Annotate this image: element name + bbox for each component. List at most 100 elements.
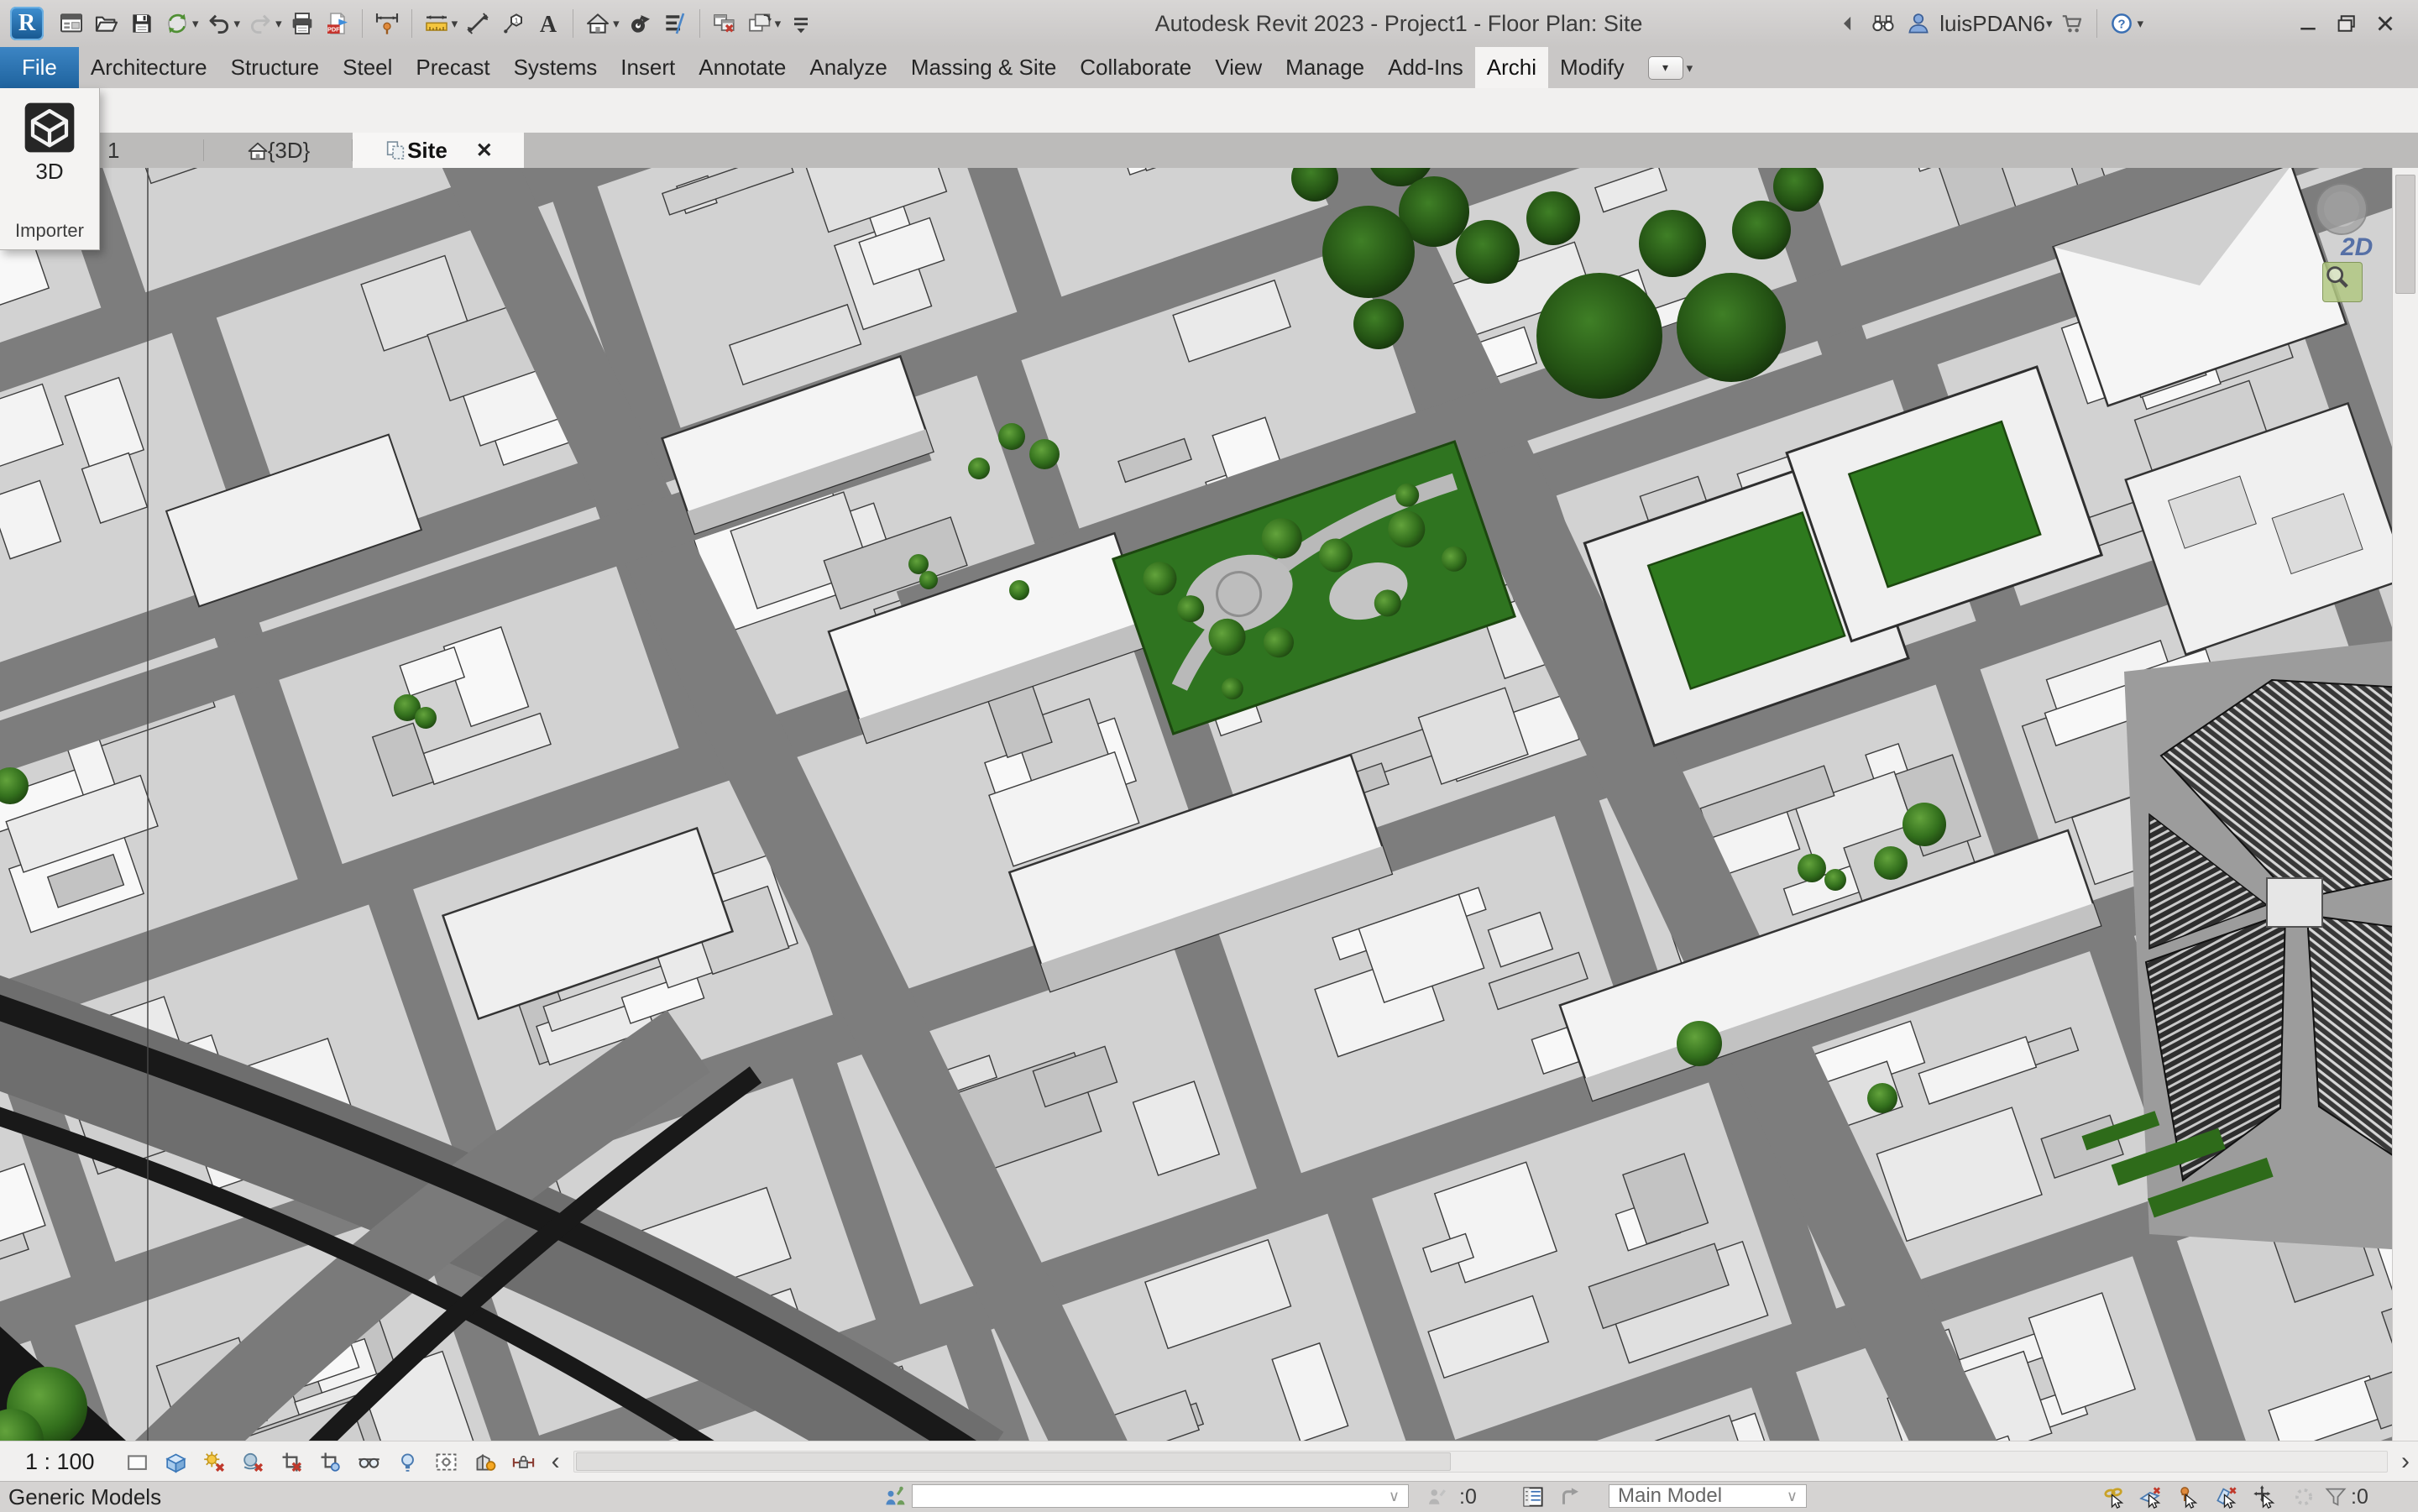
measure-dropdown[interactable]: ▾ (452, 16, 458, 31)
ribbon-tab-annotate[interactable]: Annotate (687, 47, 798, 88)
ribbon-tab-steel[interactable]: Steel (331, 47, 404, 88)
help-dropdown[interactable]: ▾ (2137, 16, 2143, 31)
revit-logo-icon[interactable]: R (10, 7, 44, 40)
ribbon-tab-manage[interactable]: Manage (1274, 47, 1376, 88)
app-store-button[interactable] (2054, 4, 2090, 43)
ribbon-tab-archi[interactable]: Archi (1475, 47, 1548, 88)
horizontal-scrollbar[interactable] (573, 1451, 2388, 1473)
active-design-option-select[interactable]: Main Model ∨ (1609, 1484, 1807, 1508)
design-option-value: Main Model (1618, 1484, 1780, 1508)
select-by-face-toggle[interactable] (2211, 1483, 2242, 1510)
customize-qat-button[interactable] (783, 4, 819, 43)
text-button[interactable]: A (531, 4, 566, 43)
panel-title[interactable]: Importer (15, 217, 84, 249)
ribbon-tab-file[interactable]: File (0, 47, 79, 88)
export-pdf-button[interactable]: PDF (320, 4, 355, 43)
3d-view-dropdown[interactable]: ▾ (613, 16, 620, 31)
drag-on-selection-toggle[interactable] (2250, 1483, 2280, 1510)
reveal-hidden-button[interactable] (391, 1445, 425, 1478)
close-button[interactable] (2366, 4, 2405, 43)
redo-dropdown[interactable]: ▾ (275, 16, 282, 31)
sync-dropdown[interactable]: ▾ (192, 16, 199, 31)
switch-windows-button[interactable] (742, 4, 777, 43)
ribbon-tab-precast[interactable]: Precast (404, 47, 501, 88)
close-view-tab-icon[interactable]: ✕ (476, 139, 493, 163)
tag-by-category-button[interactable]: 1 (495, 4, 531, 43)
reveal-constraints-button[interactable] (507, 1445, 541, 1478)
worksets-button[interactable] (880, 1483, 910, 1510)
vertical-scrollbar-thumb[interactable] (2395, 175, 2415, 294)
ribbon-tab-modify[interactable]: Modify (1548, 47, 1636, 88)
thin-lines-button[interactable] (657, 4, 693, 43)
shadows-off-button[interactable] (237, 1445, 270, 1478)
active-workset-select[interactable]: ∨ (912, 1484, 1409, 1508)
ribbon-tab-analyze[interactable]: Analyze (798, 47, 899, 88)
username[interactable]: luisPDAN6 (1939, 11, 2045, 37)
vertical-scrollbar[interactable] (2392, 168, 2418, 1441)
select-underlay-toggle[interactable] (2136, 1483, 2166, 1510)
tag-icon: 1 (500, 10, 526, 37)
scroll-right-icon[interactable]: › (2401, 1447, 2410, 1476)
print-button[interactable] (285, 4, 320, 43)
sun-path-off-button[interactable] (198, 1445, 232, 1478)
search-button[interactable] (1866, 4, 1901, 43)
help-button[interactable]: ? (2104, 4, 2139, 43)
open-folder-icon (93, 10, 120, 37)
home-window-button[interactable] (54, 4, 89, 43)
aligned-dimension-button[interactable] (369, 4, 405, 43)
drawing-area[interactable]: 2D (0, 168, 2393, 1441)
ribbon-tab-insert[interactable]: Insert (609, 47, 687, 88)
view-tab-level1[interactable]: 1 (99, 133, 203, 168)
temporary-hide-isolate-button[interactable] (353, 1445, 386, 1478)
show-crop-region-button[interactable] (314, 1445, 348, 1478)
ribbon-tab-view[interactable]: View (1203, 47, 1274, 88)
detail-line-button[interactable] (460, 4, 495, 43)
add-to-set-button[interactable] (1555, 1483, 1585, 1510)
ribbon-tab-add-ins[interactable]: Add-Ins (1376, 47, 1475, 88)
ribbon-tab-collaborate[interactable]: Collaborate (1068, 47, 1203, 88)
undo-dropdown[interactable]: ▾ (234, 16, 241, 31)
zoom-control[interactable] (2322, 262, 2363, 302)
editable-only-toggle[interactable] (1422, 1483, 1452, 1510)
save-button[interactable] (124, 4, 160, 43)
3d-importer-button[interactable]: 3D (6, 95, 93, 186)
minimize-button[interactable] (2289, 4, 2327, 43)
switch-windows-dropdown[interactable]: ▾ (775, 16, 782, 31)
view-tab-3d[interactable]: {3D} (204, 133, 352, 168)
measure-button[interactable] (419, 4, 454, 43)
selection-filter-button[interactable] (2321, 1483, 2351, 1510)
ribbon-state-toggle[interactable]: ▾ ▾ (1648, 47, 1696, 88)
lightbulb-icon (395, 1449, 421, 1475)
sync-button[interactable] (160, 4, 195, 43)
close-inactive-views-button[interactable] (707, 4, 742, 43)
temporary-view-properties-button[interactable] (430, 1445, 463, 1478)
expand-control-bar-icon[interactable]: ‹ (552, 1447, 560, 1476)
select-pinned-toggle[interactable] (2173, 1483, 2203, 1510)
default-3d-view-button[interactable] (580, 4, 615, 43)
undo-button[interactable] (202, 4, 237, 43)
account-dropdown[interactable]: ▾ (2046, 16, 2053, 31)
section-button[interactable] (622, 4, 657, 43)
ribbon-tab-structure[interactable]: Structure (219, 47, 332, 88)
collapse-search-button[interactable] (1830, 4, 1866, 43)
steering-wheel-control[interactable] (2316, 183, 2368, 235)
select-links-toggle[interactable] (2099, 1483, 2129, 1510)
restore-button[interactable] (2327, 4, 2366, 43)
design-options-button[interactable] (1518, 1483, 1548, 1510)
redo-button[interactable] (243, 4, 278, 43)
ribbon-tab-systems[interactable]: Systems (502, 47, 610, 88)
displacement-sets-button[interactable] (468, 1445, 502, 1478)
crop-view-button[interactable] (275, 1445, 309, 1478)
ribbon-toggle-dropdown[interactable]: ▾ (1687, 60, 1693, 76)
ribbon-cycle-icon[interactable]: ▾ (1648, 56, 1683, 80)
shadows-off-icon (240, 1449, 266, 1475)
open-button[interactable] (89, 4, 124, 43)
visual-style-button[interactable] (160, 1445, 193, 1478)
ribbon-tab-architecture[interactable]: Architecture (79, 47, 219, 88)
view-tab-site[interactable]: Site ✕ (353, 133, 524, 168)
detail-level-button[interactable] (121, 1445, 154, 1478)
view-scale-button[interactable]: 1 : 100 (25, 1449, 95, 1475)
ribbon-tab-massing-site[interactable]: Massing & Site (899, 47, 1068, 88)
horizontal-scrollbar-thumb[interactable] (576, 1452, 1451, 1471)
account-avatar[interactable] (1901, 4, 1936, 43)
